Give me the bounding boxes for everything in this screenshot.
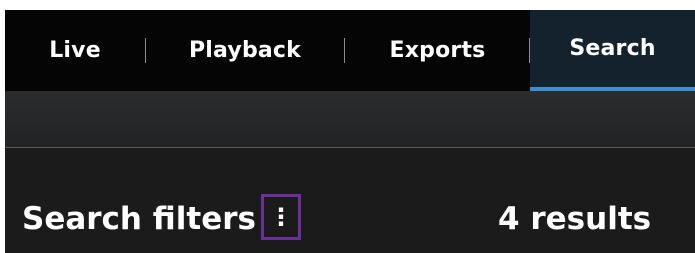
search-filters-title: Search filters [22,201,256,237]
tab-playback[interactable]: Playback [146,10,344,91]
tab-exports[interactable]: Exports [345,10,530,91]
search-toolbar [5,91,695,148]
tab-search[interactable]: Search [530,10,695,91]
results-count: 4 results [498,201,652,237]
main-tab-bar: Live Playback Exports Search [5,10,695,91]
search-application: Live Playback Exports Search Search filt… [5,10,695,253]
tab-live[interactable]: Live [5,10,145,91]
search-filters-header: Search filters ⋮ 4 results [5,148,695,253]
more-options-button[interactable]: ⋮ [261,194,301,240]
vertical-ellipsis-icon: ⋮ [269,203,293,231]
